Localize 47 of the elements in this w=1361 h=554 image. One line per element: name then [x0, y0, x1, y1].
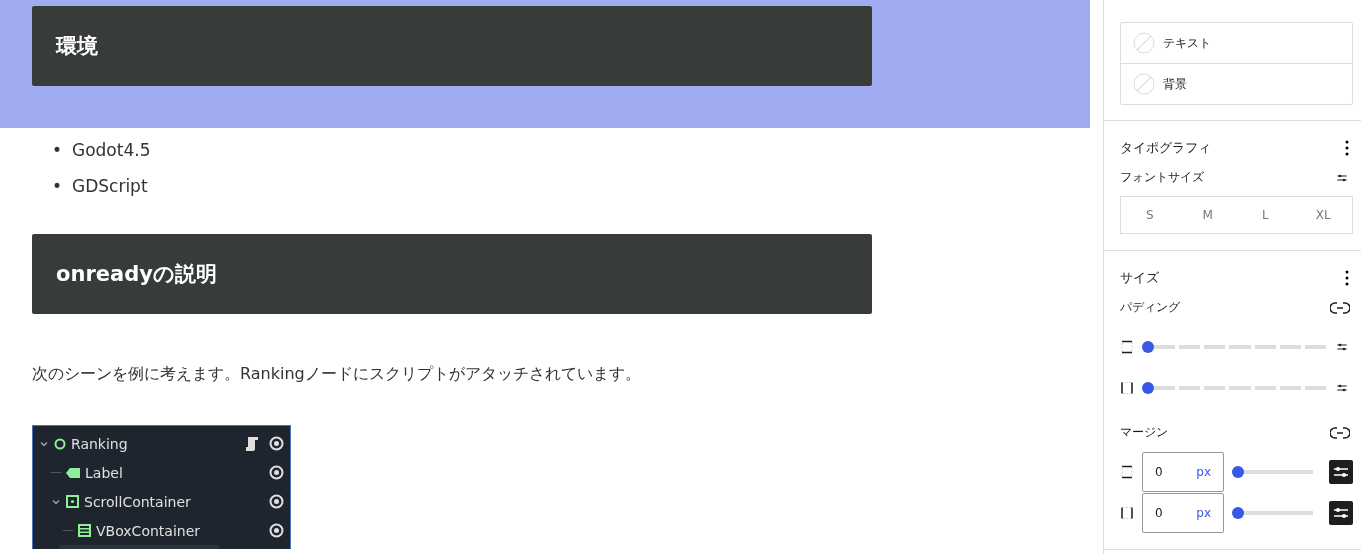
sliders-icon[interactable] [1329, 459, 1353, 484]
size-option[interactable]: XL [1294, 197, 1352, 233]
node-name[interactable]: VBoxContainer [96, 522, 264, 539]
node-name[interactable]: Ranking [71, 435, 240, 452]
list-item: Godot4.5 [72, 140, 151, 160]
list-bullet: • [52, 176, 64, 196]
section-heading: 環境 [32, 6, 872, 86]
node-name[interactable]: Label [85, 464, 264, 481]
more-options-icon[interactable] [1345, 270, 1349, 286]
link-icon[interactable] [1330, 425, 1350, 440]
padding-slider[interactable] [1142, 339, 1326, 354]
top-bottom-side-icon [1120, 339, 1134, 354]
script-icon[interactable] [245, 436, 259, 451]
field-label: パディング [1120, 299, 1180, 316]
left-right-side-icon [1120, 505, 1134, 520]
eye-icon[interactable] [269, 523, 284, 538]
padding-slider[interactable] [1142, 380, 1326, 395]
size-option[interactable]: L [1236, 197, 1295, 233]
color-option[interactable]: テキスト [1121, 23, 1352, 63]
number-input[interactable]: 0 px [1142, 451, 1224, 492]
sliders-icon[interactable] [1329, 500, 1353, 525]
eye-icon[interactable] [269, 465, 284, 480]
panel-title: タイポグラフィ [1120, 139, 1211, 157]
ring-icon [54, 437, 66, 450]
field-label: マージン [1120, 424, 1168, 441]
link-icon[interactable] [1330, 300, 1350, 315]
panel-title: サイズ [1120, 269, 1159, 287]
container-icon [66, 495, 79, 508]
paragraph: 次のシーンを例に考えます。Rankingノードにスクリプトがアタッチされています。 [32, 364, 642, 385]
color-option[interactable]: 背景 [1121, 63, 1352, 104]
node-name[interactable]: ScrollContainer [84, 493, 264, 510]
tag-icon [66, 467, 80, 478]
list-bullet: • [52, 140, 64, 160]
section-heading: onreadyの説明 [32, 234, 872, 314]
rows-icon [78, 524, 91, 537]
list-item: GDScript [72, 176, 148, 196]
top-bottom-side-icon [1120, 464, 1134, 479]
eye-icon[interactable] [269, 436, 284, 451]
more-options-icon[interactable] [1345, 140, 1349, 156]
empty-swatch-icon [1133, 32, 1155, 54]
field-label: フォントサイズ [1120, 169, 1204, 186]
number-input[interactable]: 0 px [1142, 492, 1224, 533]
left-right-side-icon [1120, 380, 1134, 395]
empty-swatch-icon [1133, 73, 1155, 95]
size-option[interactable]: S [1121, 197, 1179, 233]
size-option[interactable]: M [1178, 197, 1237, 233]
eye-icon[interactable] [269, 494, 284, 509]
